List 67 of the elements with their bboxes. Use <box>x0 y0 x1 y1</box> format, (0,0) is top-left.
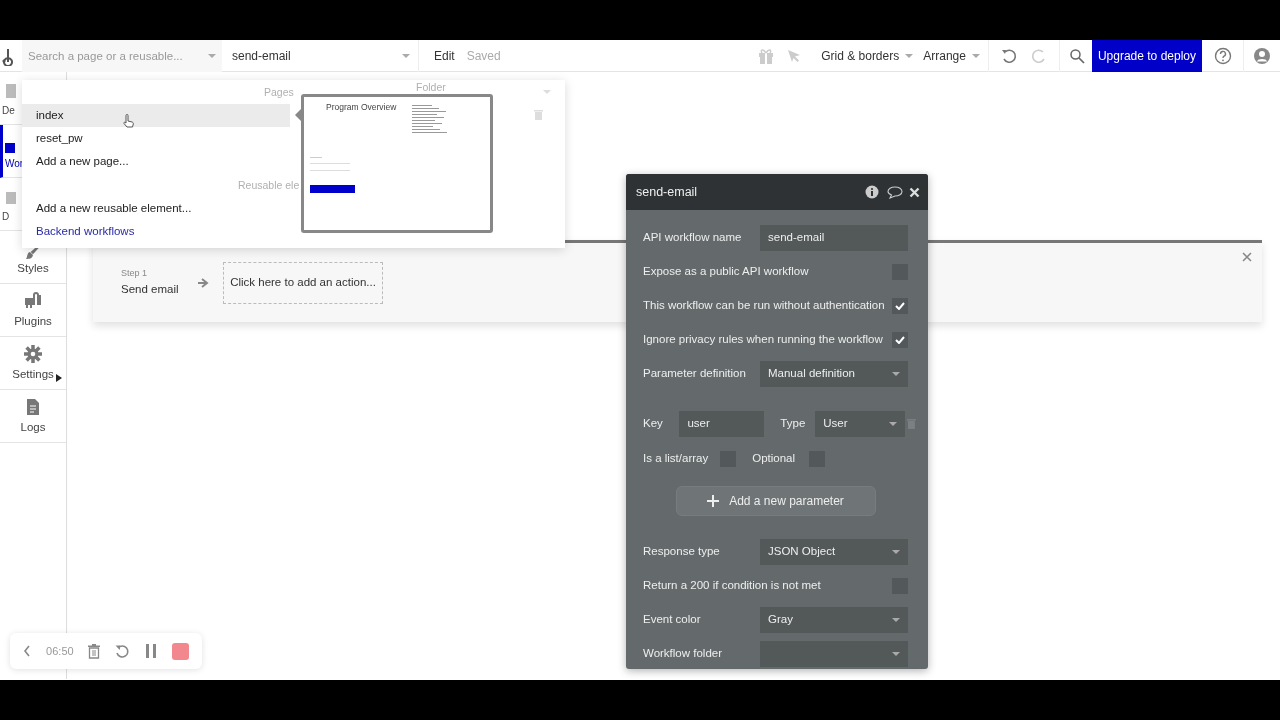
arrange-menu[interactable]: Arrange <box>919 40 988 72</box>
trash-icon[interactable] <box>88 643 101 659</box>
preview-title: Program Overview <box>326 101 397 114</box>
field-label: Type <box>780 415 806 431</box>
field-label: Return a 200 if condition is not met <box>643 577 822 593</box>
check-icon <box>895 301 905 310</box>
arrow-icon <box>197 276 209 289</box>
pause-icon[interactable] <box>144 644 157 658</box>
panel-title: send-email <box>636 183 699 201</box>
document-icon <box>24 397 42 416</box>
field-label: Key <box>643 415 664 431</box>
recording-time: 06:50 <box>46 643 74 659</box>
add-parameter-button[interactable]: Add a new parameter <box>675 486 876 516</box>
checkbox[interactable] <box>892 331 908 348</box>
workflow-select[interactable]: send-email <box>224 40 418 72</box>
dropdown-field[interactable] <box>760 640 908 667</box>
step-name[interactable]: Send email <box>121 280 183 298</box>
key-field[interactable]: user <box>679 410 765 437</box>
comment-icon[interactable] <box>887 185 903 199</box>
caret-icon <box>543 90 551 94</box>
check-icon <box>895 335 905 344</box>
text-field[interactable]: send-email <box>760 224 908 251</box>
settings-icon <box>24 344 42 363</box>
user-icon[interactable] <box>1253 46 1271 65</box>
dropdown-field[interactable]: JSON Object <box>760 538 908 565</box>
field-label: Parameter definition <box>643 365 747 381</box>
reusable-header: Reusable ele <box>238 178 300 193</box>
pages-header: Pages <box>264 85 294 100</box>
sidebar-item[interactable]: Plugins <box>0 284 66 337</box>
field-label: API workflow name <box>643 229 743 245</box>
field-label: Event color <box>643 611 702 627</box>
field-label: Workflow folder <box>643 645 724 661</box>
field-label: This workflow can be run without authentication <box>643 297 886 313</box>
plus-icon <box>707 495 720 507</box>
add-action-box[interactable]: Click here to add an action... <box>223 261 383 304</box>
search-icon[interactable] <box>1068 47 1085 64</box>
add-page-item[interactable]: Add a new page... <box>22 150 290 173</box>
dropdown-field[interactable]: Manual definition <box>760 360 908 387</box>
page-search-field[interactable]: Search a page or a reusable... <box>22 40 222 72</box>
field-label: Is a list/array <box>643 450 709 466</box>
field-label: Optional <box>752 450 796 466</box>
sidebar-item[interactable]: Settings <box>0 337 66 390</box>
undo-icon[interactable] <box>1000 47 1017 64</box>
save-status: Saved <box>466 47 501 65</box>
hand-cursor-icon <box>122 114 134 128</box>
add-reusable-item[interactable]: Add a new reusable element... <box>22 197 290 220</box>
page-item[interactable]: index <box>22 104 290 127</box>
restart-icon[interactable] <box>115 643 131 659</box>
plug-icon <box>24 291 42 310</box>
grid-borders-menu[interactable]: Grid & borders <box>815 40 920 72</box>
upgrade-button[interactable]: Upgrade to deploy <box>1091 40 1202 72</box>
checkbox[interactable] <box>892 297 908 314</box>
dropdown-field[interactable]: Gray <box>760 606 908 633</box>
page-item[interactable]: reset_pw <box>22 127 290 150</box>
step-label: Step 1 <box>121 267 149 281</box>
field-label: Expose as a public API workflow <box>643 263 810 279</box>
field-label: Response type <box>643 543 721 559</box>
info-icon[interactable] <box>865 185 879 199</box>
stop-icon[interactable] <box>171 642 189 660</box>
type-dropdown[interactable]: User <box>815 410 906 437</box>
field-label: Ignore privacy rules when running the workflow <box>643 331 884 347</box>
sidebar-item[interactable]: Logs <box>0 390 66 443</box>
back-icon[interactable] <box>23 645 32 657</box>
help-icon[interactable] <box>1214 46 1232 65</box>
edit-menu[interactable]: Edit <box>434 46 455 65</box>
folder-header: Folder <box>416 80 446 95</box>
expand-triangle-icon[interactable] <box>56 374 62 382</box>
